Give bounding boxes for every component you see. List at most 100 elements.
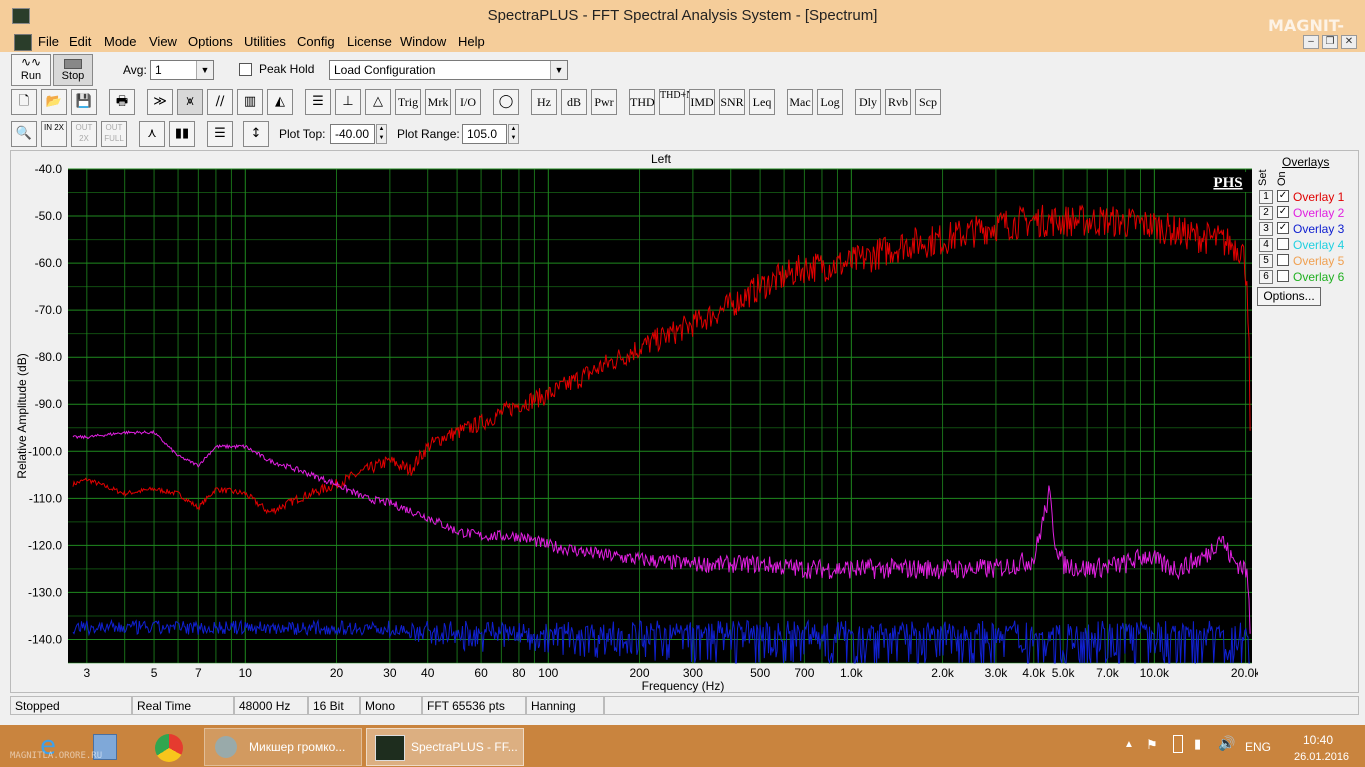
taskbar-mixer[interactable]: Микшер громко...	[204, 728, 362, 766]
zoom-in-2x-button[interactable]: IN 2X	[41, 121, 67, 147]
zoom-out-2x-button[interactable]: OUT 2X	[71, 121, 97, 147]
overlay-checkbox[interactable]	[1277, 254, 1289, 266]
menu-help[interactable]: Help	[458, 34, 485, 49]
menu-utilities[interactable]: Utilities	[244, 34, 286, 49]
pwr-button[interactable]: Pwr	[591, 89, 617, 115]
overlay-set-button[interactable]: 5	[1259, 254, 1273, 268]
network-icon[interactable]: ▮	[1194, 736, 1201, 752]
triangle-button[interactable]: △	[365, 89, 391, 115]
dly-button[interactable]: Dly	[855, 89, 881, 115]
plot-top-spinner[interactable]: ▲ ▼	[376, 124, 387, 144]
overlay-label: Overlay 4	[1293, 238, 1345, 252]
status-bar: Stopped Real Time 48000 Hz 16 Bit Mono F…	[10, 696, 1359, 716]
menu-edit[interactable]: Edit	[69, 34, 91, 49]
trig-button[interactable]: Trig	[395, 89, 421, 115]
spectrogram-button[interactable]: ▥	[237, 89, 263, 115]
overlay-checkbox[interactable]: ✓	[1277, 222, 1289, 234]
rvb-button[interactable]: Rvb	[885, 89, 911, 115]
menu-options[interactable]: Options	[188, 34, 233, 49]
overlay-set-button[interactable]: 4	[1259, 238, 1273, 252]
line-plot-button[interactable]: ⋏	[139, 121, 165, 147]
print-button[interactable]: 🖶	[109, 89, 135, 115]
clock-time[interactable]: 10:40	[1303, 733, 1333, 747]
status-fft-size: FFT 65536 pts	[422, 696, 526, 715]
peak-hold-checkbox[interactable]	[239, 63, 252, 76]
zoom-out-full-button[interactable]: OUT FULL	[101, 121, 127, 147]
config-select[interactable]: Load Configuration ▼	[329, 60, 568, 80]
scale-button[interactable]: ↕	[243, 121, 269, 147]
db-button[interactable]: dB	[561, 89, 587, 115]
stop-icon	[64, 59, 82, 69]
menu-license[interactable]: License	[347, 34, 392, 49]
new-file-button[interactable]: 🗋	[11, 89, 37, 115]
leq-button[interactable]: Leq	[749, 89, 775, 115]
avg-label: Avg:	[123, 63, 147, 77]
open-folder-button[interactable]: 📂	[41, 89, 67, 115]
overlay-checkbox[interactable]: ✓	[1277, 190, 1289, 202]
menu-mode[interactable]: Mode	[104, 34, 137, 49]
document-icon[interactable]	[14, 34, 32, 51]
menu-config[interactable]: Config	[297, 34, 335, 49]
overlay-set-button[interactable]: 6	[1259, 270, 1273, 284]
phase-view-button[interactable]: ∕∕	[207, 89, 233, 115]
clock-date[interactable]: 26.01.2016	[1294, 751, 1349, 763]
x-tick-label: 3.0k	[985, 666, 1009, 680]
flag-icon[interactable]: ⚑	[1146, 737, 1158, 753]
options-button[interactable]: Options...	[1257, 287, 1321, 306]
plot-top-input[interactable]: -40.00	[330, 124, 375, 144]
status-state: Stopped	[10, 696, 132, 715]
scp-button[interactable]: Scp	[915, 89, 941, 115]
x-tick-label: 20.0k	[1231, 666, 1258, 680]
stop-button[interactable]: Stop	[53, 54, 93, 86]
mrk-button[interactable]: Mrk	[425, 89, 451, 115]
imd-button[interactable]: IMD	[689, 89, 715, 115]
thd-button[interactable]: THD	[629, 89, 655, 115]
thdn-button[interactable]: THD+N	[659, 89, 693, 115]
y-tick-label: -120.0	[28, 538, 62, 552]
battery-icon[interactable]	[1173, 735, 1183, 753]
bar-plot-button[interactable]: ▮▮	[169, 121, 195, 147]
generator-button[interactable]: ◯	[493, 89, 519, 115]
mac-button[interactable]: Mac	[787, 89, 813, 115]
overlay-set-button[interactable]: 1	[1259, 190, 1273, 204]
menu-window[interactable]: Window	[400, 34, 446, 49]
plot-range-input[interactable]: 105.0	[462, 124, 507, 144]
chevron-down-icon[interactable]: ▼	[550, 61, 567, 79]
overlay-checkbox[interactable]	[1277, 270, 1289, 282]
settings-panel-button[interactable]: ☰	[305, 89, 331, 115]
3d-surface-button[interactable]: ◭	[267, 89, 293, 115]
overlay-label: Overlay 5	[1293, 254, 1345, 268]
axis-button[interactable]: ⊥	[335, 89, 361, 115]
taskbar-spectraplus[interactable]: SpectraPLUS - FF...	[366, 728, 524, 766]
overlay-set-button[interactable]: 2	[1259, 206, 1273, 220]
taskbar-mixer-label: Микшер громко...	[249, 740, 346, 754]
save-button[interactable]: 💾	[71, 89, 97, 115]
properties-button[interactable]: ☰	[207, 121, 233, 147]
mdi-minimize-button[interactable]: –	[1303, 35, 1319, 49]
log-button[interactable]: Log	[817, 89, 843, 115]
volume-icon[interactable]: 🔊	[1218, 735, 1235, 752]
zoom-button[interactable]: 🔍	[11, 121, 37, 147]
overlay-checkbox[interactable]	[1277, 238, 1289, 250]
menu-file[interactable]: File	[38, 34, 59, 49]
plot-range-spinner[interactable]: ▲ ▼	[508, 124, 519, 144]
overlay-set-button[interactable]: 3	[1259, 222, 1273, 236]
avg-select[interactable]: 1 ▼	[150, 60, 214, 80]
y-tick-label: -90.0	[35, 397, 63, 411]
tray-up-arrow-icon[interactable]: ▲	[1124, 739, 1134, 750]
chrome-icon[interactable]	[155, 734, 183, 762]
run-button[interactable]: ∿∿ Run	[11, 54, 51, 86]
mdi-restore-button[interactable]: ❐	[1322, 35, 1338, 49]
hz-button[interactable]: Hz	[531, 89, 557, 115]
menu-view[interactable]: View	[149, 34, 177, 49]
language-indicator[interactable]: ENG	[1245, 740, 1271, 754]
spectrum-view-button[interactable]: ⩙	[177, 89, 203, 115]
mdi-close-button[interactable]: ✕	[1341, 35, 1357, 49]
overlay-checkbox[interactable]: ✓	[1277, 206, 1289, 218]
spectrum-plot[interactable]: Left -40.0 -50.0 -60.0 -70.0 -80.0 -90.0 -100.…	[0, 150, 1258, 695]
waveform-view-button[interactable]: ≫	[147, 89, 173, 115]
snr-button[interactable]: SNR	[719, 89, 745, 115]
chevron-down-icon[interactable]: ▼	[196, 61, 213, 79]
x-tick-label: 4.0k	[1022, 666, 1046, 680]
io-button[interactable]: I/O	[455, 89, 481, 115]
